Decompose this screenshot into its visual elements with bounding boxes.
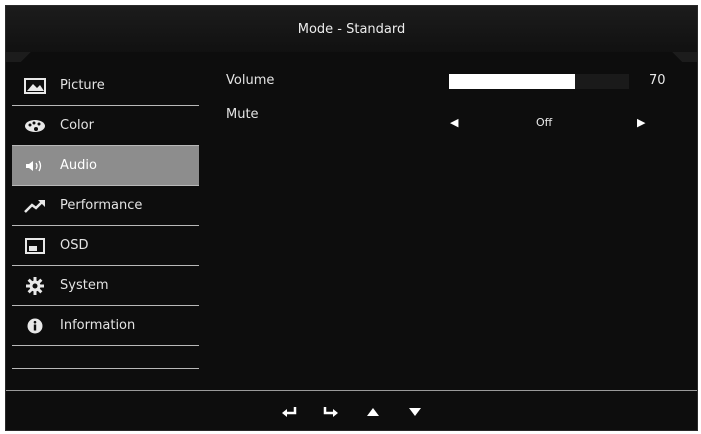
info-icon bbox=[20, 316, 50, 336]
sidebar-item-label: Picture bbox=[60, 78, 105, 93]
volume-slider[interactable] bbox=[449, 74, 629, 89]
sidebar-item-information[interactable]: Information bbox=[12, 306, 199, 346]
back-arrow-icon[interactable] bbox=[278, 402, 300, 422]
sidebar-item-label: Information bbox=[60, 318, 136, 333]
volume-value: 70 bbox=[649, 73, 666, 88]
title-bar: Mode - Standard bbox=[6, 6, 697, 52]
picture-icon bbox=[20, 76, 50, 96]
sidebar-item-osd[interactable]: OSD bbox=[12, 226, 199, 266]
sidebar: Picture Color Audio Performance OSD Syst… bbox=[12, 66, 199, 369]
sidebar-item-label: Performance bbox=[60, 198, 143, 213]
mute-value: Off bbox=[536, 116, 553, 129]
up-icon[interactable] bbox=[362, 402, 384, 422]
footer-divider bbox=[6, 390, 697, 391]
speaker-icon bbox=[20, 156, 50, 176]
sidebar-item-performance[interactable]: Performance bbox=[12, 186, 199, 226]
sidebar-item-label: Color bbox=[60, 118, 94, 133]
footer-controls bbox=[6, 402, 697, 422]
mute-right-arrow-icon[interactable]: ▶ bbox=[637, 116, 645, 129]
sidebar-item-label: OSD bbox=[60, 238, 89, 253]
enter-arrow-icon[interactable] bbox=[320, 402, 342, 422]
sidebar-item-picture[interactable]: Picture bbox=[12, 66, 199, 106]
sidebar-divider bbox=[12, 346, 199, 369]
down-icon[interactable] bbox=[404, 402, 426, 422]
volume-slider-fill bbox=[449, 74, 575, 89]
palette-icon bbox=[20, 116, 50, 136]
sidebar-item-label: Audio bbox=[60, 158, 97, 173]
osd-menu: Mode - Standard Picture Color Audio Perf… bbox=[5, 5, 698, 431]
sidebar-item-color[interactable]: Color bbox=[12, 106, 199, 146]
osd-window-icon bbox=[20, 236, 50, 256]
sidebar-item-label: System bbox=[60, 278, 109, 293]
mute-left-arrow-icon[interactable]: ◀ bbox=[450, 116, 458, 129]
sidebar-item-system[interactable]: System bbox=[12, 266, 199, 306]
mute-label: Mute bbox=[226, 107, 259, 122]
title-bar-edge-right bbox=[657, 52, 697, 62]
sidebar-item-audio[interactable]: Audio bbox=[12, 146, 199, 186]
page-title: Mode - Standard bbox=[297, 21, 406, 37]
gear-icon bbox=[20, 276, 50, 296]
title-bar-edge-left bbox=[6, 52, 46, 62]
volume-label: Volume bbox=[226, 73, 275, 88]
trend-up-icon bbox=[20, 196, 50, 216]
